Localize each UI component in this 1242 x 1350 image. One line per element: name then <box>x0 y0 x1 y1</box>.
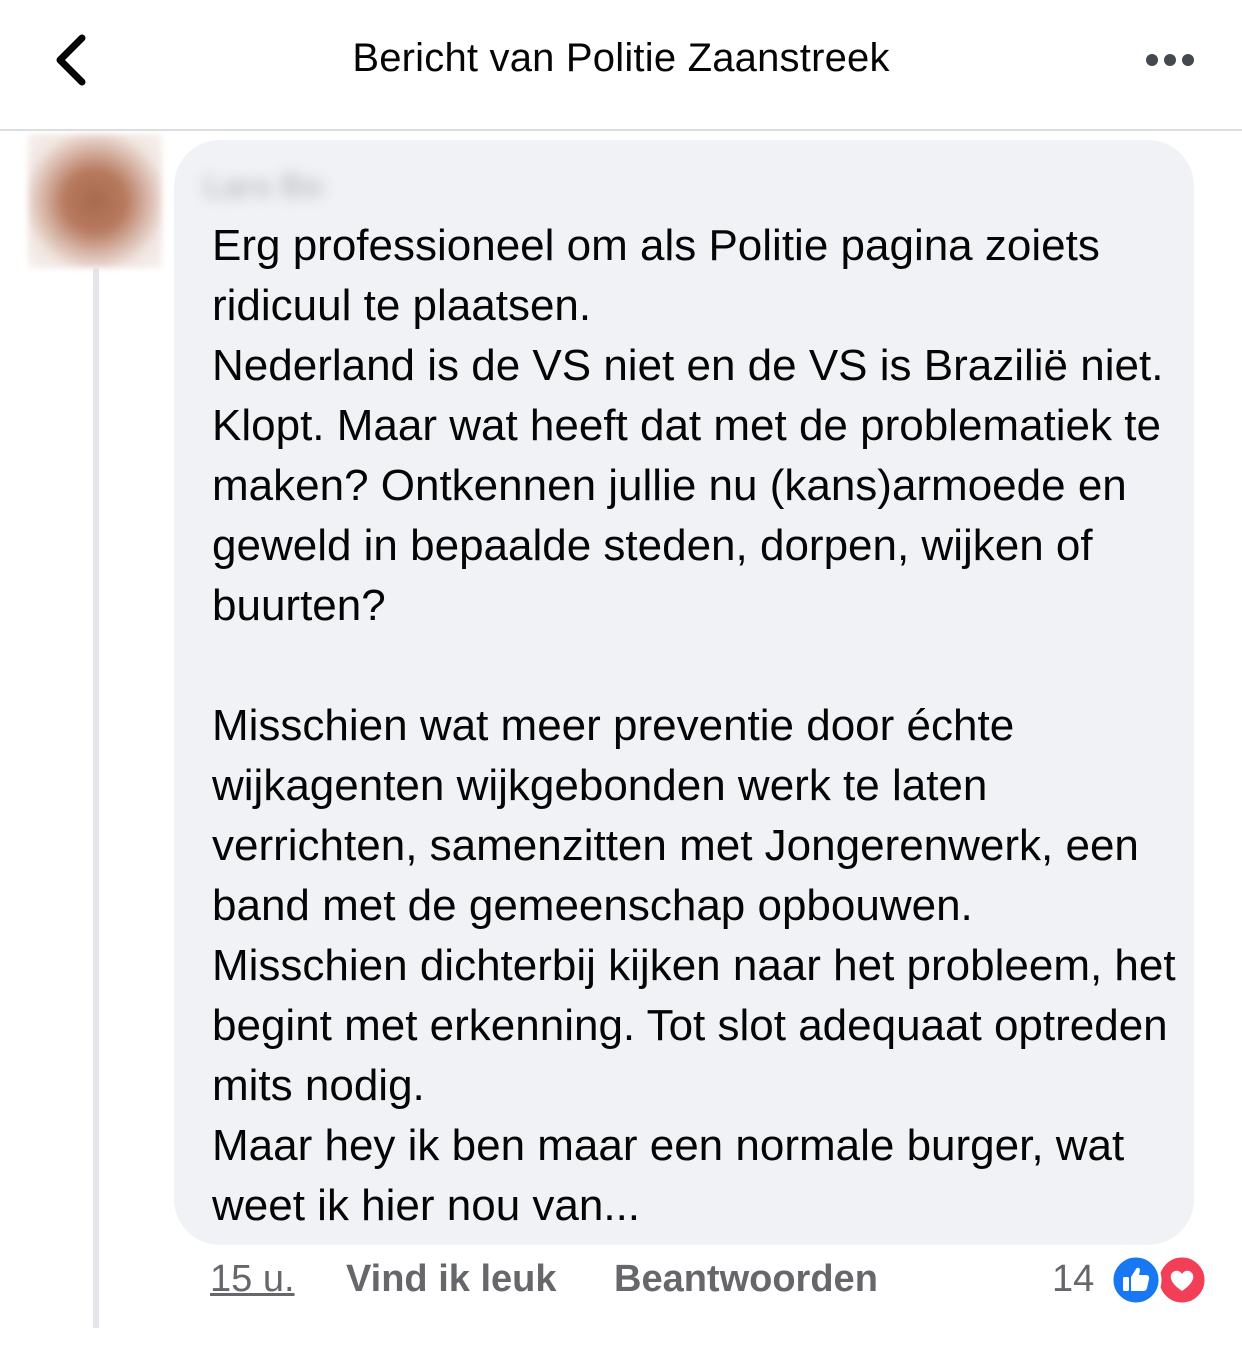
like-icon <box>1110 1254 1162 1306</box>
more-options-button[interactable] <box>1138 40 1202 80</box>
comment-paragraph: Nederland is de VS niet en de VS is Braz… <box>212 341 1164 630</box>
comment-paragraph: Maar hey ik ben maar een normale burger,… <box>212 1121 1125 1230</box>
reaction-summary[interactable]: 14 <box>1052 1254 1212 1314</box>
reply-button[interactable]: Beantwoorden <box>614 1258 878 1301</box>
thread-line <box>93 268 99 1328</box>
comment-paragraph: Misschien wat meer preventie door échte … <box>212 701 1139 930</box>
comment-screen: Bericht van Politie Zaanstreek Lars Bo E… <box>0 0 1242 1350</box>
comment-paragraph: Misschien dichterbij kijken naar het pro… <box>212 941 1176 1110</box>
like-button[interactable]: Vind ik leuk <box>346 1258 556 1301</box>
comment-paragraph: Erg professioneel om als Politie pagina … <box>212 221 1100 330</box>
love-icon <box>1156 1254 1208 1306</box>
comment-bubble: Lars Bo Erg professioneel om als Politie… <box>174 140 1194 1245</box>
more-horizontal-icon <box>1146 54 1158 66</box>
page-title: Bericht van Politie Zaanstreek <box>352 36 890 80</box>
avatar[interactable] <box>28 134 162 268</box>
comment-text: Erg professioneel om als Politie pagina … <box>212 216 1182 1236</box>
top-bar: Bericht van Politie Zaanstreek <box>0 0 1242 131</box>
reaction-count: 14 <box>1052 1258 1095 1300</box>
timestamp-link[interactable]: 15 u. <box>210 1258 295 1301</box>
author-name[interactable]: Lars Bo <box>204 168 354 212</box>
